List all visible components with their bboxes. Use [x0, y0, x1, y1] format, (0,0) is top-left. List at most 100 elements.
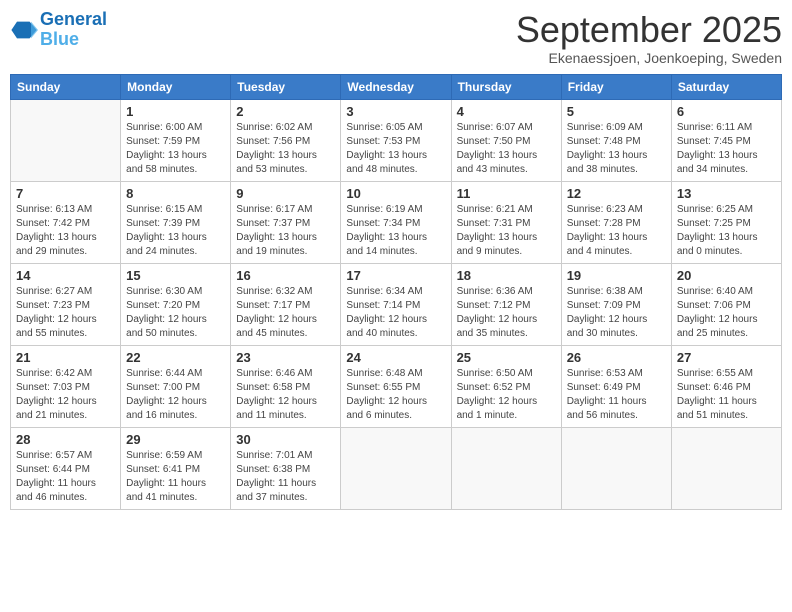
- day-number: 5: [567, 104, 666, 119]
- day-info: Sunrise: 6:17 AMSunset: 7:37 PMDaylight:…: [236, 203, 335, 259]
- calendar-cell: 14 Sunrise: 6:27 AMSunset: 7:23 PMDayligh…: [11, 263, 121, 345]
- calendar-cell: 21 Sunrise: 6:42 AMSunset: 7:03 PMDayligh…: [11, 345, 121, 427]
- day-number: 20: [677, 268, 776, 283]
- day-number: 19: [567, 268, 666, 283]
- weekday-header-wednesday: Wednesday: [341, 74, 451, 99]
- calendar-cell: 2 Sunrise: 6:02 AMSunset: 7:56 PMDaylight…: [231, 99, 341, 181]
- day-info: Sunrise: 6:25 AMSunset: 7:25 PMDaylight:…: [677, 203, 776, 259]
- day-number: 27: [677, 350, 776, 365]
- day-info: Sunrise: 6:34 AMSunset: 7:14 PMDaylight:…: [346, 285, 445, 341]
- location-subtitle: Ekenaessjoen, Joenkoeping, Sweden: [516, 50, 782, 66]
- day-info: Sunrise: 6:32 AMSunset: 7:17 PMDaylight:…: [236, 285, 335, 341]
- day-info: Sunrise: 6:09 AMSunset: 7:48 PMDaylight:…: [567, 121, 666, 177]
- calendar-week-1: 7 Sunrise: 6:13 AMSunset: 7:42 PMDaylight…: [11, 181, 782, 263]
- calendar-cell: 19 Sunrise: 6:38 AMSunset: 7:09 PMDayligh…: [561, 263, 671, 345]
- weekday-header-sunday: Sunday: [11, 74, 121, 99]
- day-info: Sunrise: 6:07 AMSunset: 7:50 PMDaylight:…: [457, 121, 556, 177]
- day-number: 26: [567, 350, 666, 365]
- logo: General Blue: [10, 10, 107, 50]
- day-number: 15: [126, 268, 225, 283]
- calendar-cell: 23 Sunrise: 6:46 AMSunset: 6:58 PMDayligh…: [231, 345, 341, 427]
- calendar-cell: [451, 427, 561, 509]
- calendar-week-4: 28 Sunrise: 6:57 AMSunset: 6:44 PMDayligh…: [11, 427, 782, 509]
- day-info: Sunrise: 6:19 AMSunset: 7:34 PMDaylight:…: [346, 203, 445, 259]
- calendar-cell: 1 Sunrise: 6:00 AMSunset: 7:59 PMDaylight…: [121, 99, 231, 181]
- calendar-cell: 15Sunrise: 6:30 AMSunset: 7:20 PMDayligh…: [121, 263, 231, 345]
- day-info: Sunrise: 6:02 AMSunset: 7:56 PMDaylight:…: [236, 121, 335, 177]
- day-info: Sunrise: 6:59 AMSunset: 6:41 PMDaylight:…: [126, 449, 225, 505]
- day-number: 2: [236, 104, 335, 119]
- title-block: September 2025 Ekenaessjoen, Joenkoeping…: [516, 10, 782, 66]
- day-number: 23: [236, 350, 335, 365]
- calendar-cell: 10 Sunrise: 6:19 AMSunset: 7:34 PMDayligh…: [341, 181, 451, 263]
- calendar-cell: 22 Sunrise: 6:44 AMSunset: 7:00 PMDayligh…: [121, 345, 231, 427]
- day-info: Sunrise: 6:40 AMSunset: 7:06 PMDaylight:…: [677, 285, 776, 341]
- day-number: 16: [236, 268, 335, 283]
- calendar-cell: 7 Sunrise: 6:13 AMSunset: 7:42 PMDaylight…: [11, 181, 121, 263]
- logo-line1: General: [40, 9, 107, 29]
- day-info: Sunrise: 6:53 AMSunset: 6:49 PMDaylight:…: [567, 367, 666, 423]
- calendar-cell: 11 Sunrise: 6:21 AMSunset: 7:31 PMDayligh…: [451, 181, 561, 263]
- day-info: Sunrise: 6:15 AMSunset: 7:39 PMDaylight:…: [126, 203, 225, 259]
- calendar-cell: 8 Sunrise: 6:15 AMSunset: 7:39 PMDaylight…: [121, 181, 231, 263]
- day-info: Sunrise: 6:21 AMSunset: 7:31 PMDaylight:…: [457, 203, 556, 259]
- day-number: 28: [16, 432, 115, 447]
- weekday-header-tuesday: Tuesday: [231, 74, 341, 99]
- calendar-week-0: 1 Sunrise: 6:00 AMSunset: 7:59 PMDaylight…: [11, 99, 782, 181]
- calendar-cell: 28 Sunrise: 6:57 AMSunset: 6:44 PMDayligh…: [11, 427, 121, 509]
- day-info: Sunrise: 6:27 AMSunset: 7:23 PMDaylight:…: [16, 285, 115, 341]
- calendar-cell: 24Sunrise: 6:48 AMSunset: 6:55 PMDayligh…: [341, 345, 451, 427]
- page-header: General Blue September 2025 Ekenaessjoen…: [10, 10, 782, 66]
- weekday-header-saturday: Saturday: [671, 74, 781, 99]
- calendar-cell: 26 Sunrise: 6:53 AMSunset: 6:49 PMDayligh…: [561, 345, 671, 427]
- calendar-cell: 13 Sunrise: 6:25 AMSunset: 7:25 PMDayligh…: [671, 181, 781, 263]
- day-number: 3: [346, 104, 445, 119]
- day-number: 11: [457, 186, 556, 201]
- weekday-header-monday: Monday: [121, 74, 231, 99]
- calendar-cell: 4 Sunrise: 6:07 AMSunset: 7:50 PMDaylight…: [451, 99, 561, 181]
- day-number: 9: [236, 186, 335, 201]
- month-title: September 2025: [516, 10, 782, 50]
- day-number: 10: [346, 186, 445, 201]
- calendar-cell: 18Sunrise: 6:36 AMSunset: 7:12 PMDayligh…: [451, 263, 561, 345]
- day-number: 12: [567, 186, 666, 201]
- day-info: Sunrise: 6:44 AMSunset: 7:00 PMDaylight:…: [126, 367, 225, 423]
- day-info: Sunrise: 6:46 AMSunset: 6:58 PMDaylight:…: [236, 367, 335, 423]
- day-info: Sunrise: 6:13 AMSunset: 7:42 PMDaylight:…: [16, 203, 115, 259]
- calendar-cell: 17Sunrise: 6:34 AMSunset: 7:14 PMDayligh…: [341, 263, 451, 345]
- calendar-cell: 27Sunrise: 6:55 AMSunset: 6:46 PMDayligh…: [671, 345, 781, 427]
- day-number: 29: [126, 432, 225, 447]
- day-number: 21: [16, 350, 115, 365]
- calendar-week-2: 14 Sunrise: 6:27 AMSunset: 7:23 PMDayligh…: [11, 263, 782, 345]
- day-info: Sunrise: 7:01 AMSunset: 6:38 PMDaylight:…: [236, 449, 335, 505]
- day-number: 4: [457, 104, 556, 119]
- day-info: Sunrise: 6:11 AMSunset: 7:45 PMDaylight:…: [677, 121, 776, 177]
- calendar-cell: [671, 427, 781, 509]
- day-info: Sunrise: 6:42 AMSunset: 7:03 PMDaylight:…: [16, 367, 115, 423]
- calendar-cell: 20 Sunrise: 6:40 AMSunset: 7:06 PMDayligh…: [671, 263, 781, 345]
- day-number: 14: [16, 268, 115, 283]
- calendar-cell: 29 Sunrise: 6:59 AMSunset: 6:41 PMDayligh…: [121, 427, 231, 509]
- calendar-cell: 3 Sunrise: 6:05 AMSunset: 7:53 PMDaylight…: [341, 99, 451, 181]
- calendar-cell: 25Sunrise: 6:50 AMSunset: 6:52 PMDayligh…: [451, 345, 561, 427]
- day-number: 13: [677, 186, 776, 201]
- logo-line2: Blue: [40, 29, 79, 49]
- calendar-cell: 9 Sunrise: 6:17 AMSunset: 7:37 PMDaylight…: [231, 181, 341, 263]
- calendar-cell: 16 Sunrise: 6:32 AMSunset: 7:17 PMDayligh…: [231, 263, 341, 345]
- day-number: 22: [126, 350, 225, 365]
- day-info: Sunrise: 6:50 AMSunset: 6:52 PMDaylight:…: [457, 367, 556, 423]
- day-info: Sunrise: 6:38 AMSunset: 7:09 PMDaylight:…: [567, 285, 666, 341]
- day-number: 7: [16, 186, 115, 201]
- weekday-header-friday: Friday: [561, 74, 671, 99]
- day-info: Sunrise: 6:23 AMSunset: 7:28 PMDaylight:…: [567, 203, 666, 259]
- calendar-cell: 6 Sunrise: 6:11 AMSunset: 7:45 PMDaylight…: [671, 99, 781, 181]
- calendar-cell: [341, 427, 451, 509]
- day-number: 6: [677, 104, 776, 119]
- day-number: 8: [126, 186, 225, 201]
- day-info: Sunrise: 6:00 AMSunset: 7:59 PMDaylight:…: [126, 121, 225, 177]
- day-info: Sunrise: 6:57 AMSunset: 6:44 PMDaylight:…: [16, 449, 115, 505]
- day-info: Sunrise: 6:05 AMSunset: 7:53 PMDaylight:…: [346, 121, 445, 177]
- calendar-cell: 30Sunrise: 7:01 AMSunset: 6:38 PMDayligh…: [231, 427, 341, 509]
- day-number: 1: [126, 104, 225, 119]
- calendar-cell: [11, 99, 121, 181]
